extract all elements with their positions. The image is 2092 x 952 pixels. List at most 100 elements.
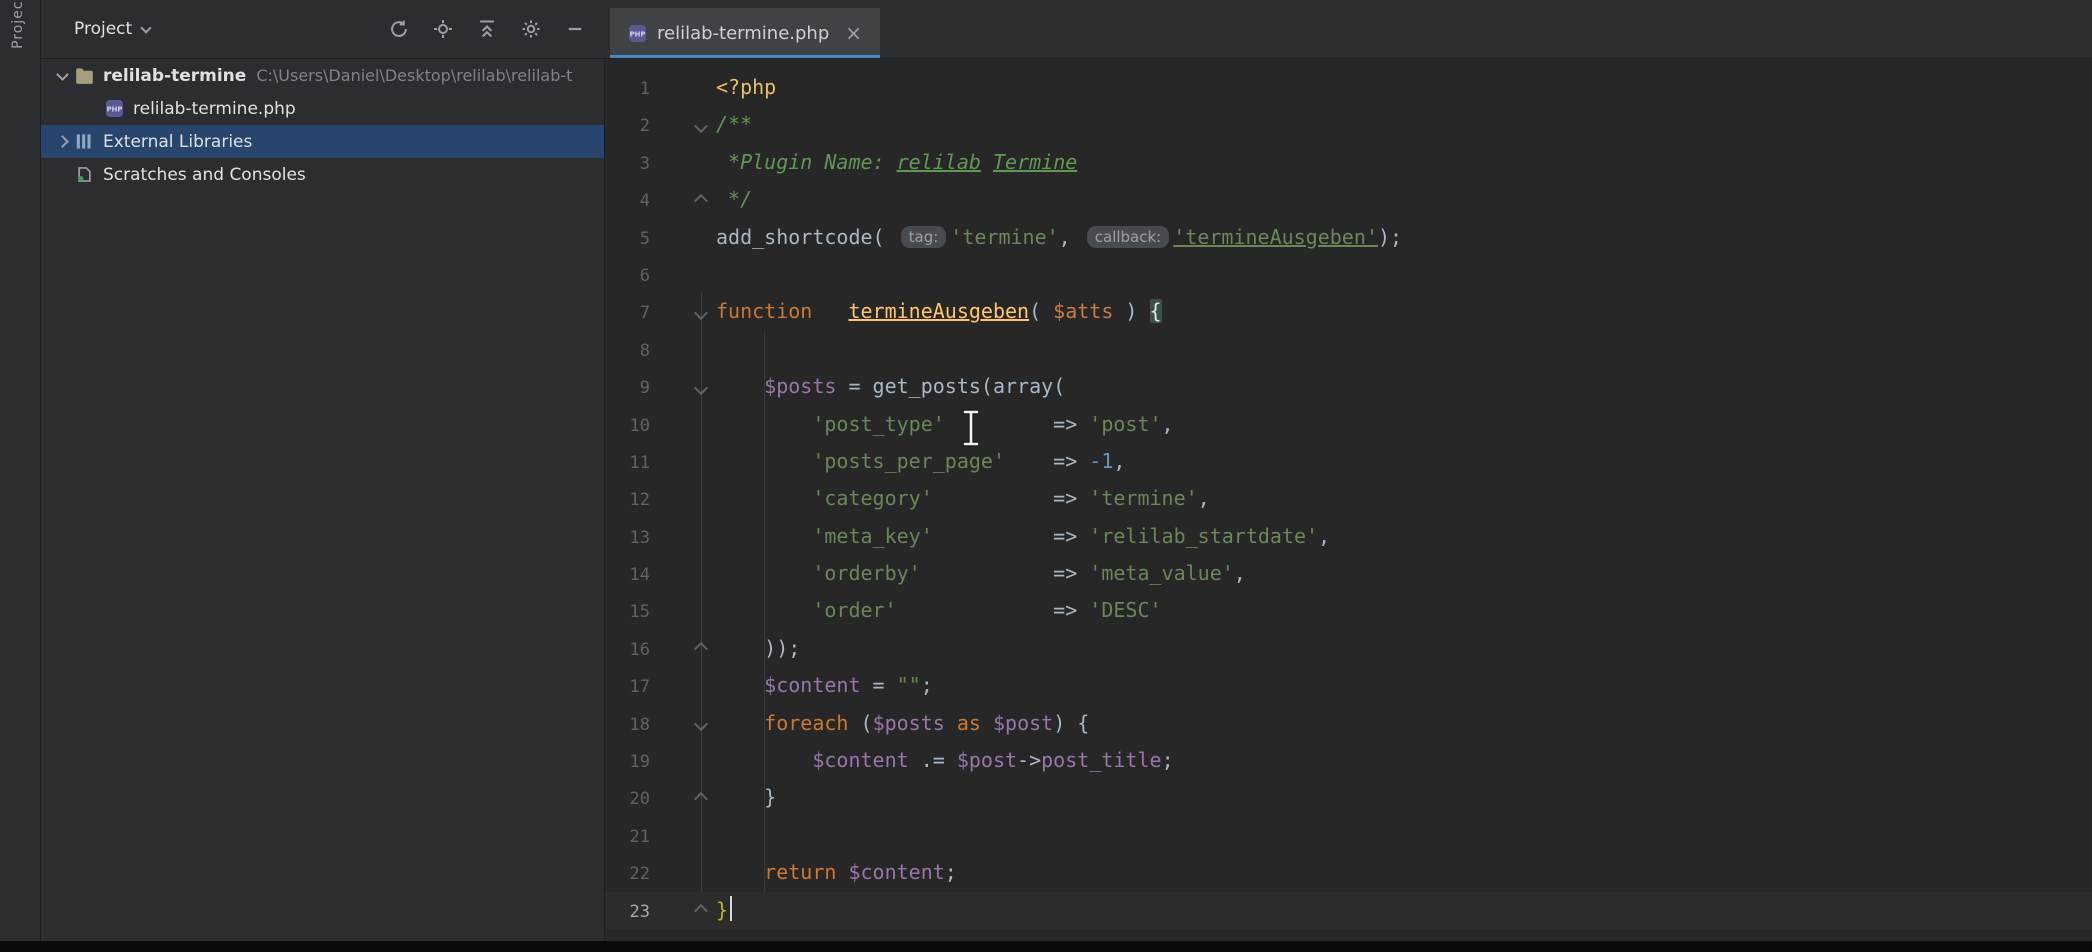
line-number: 8 — [605, 333, 650, 370]
project-panel-title[interactable]: Project — [74, 19, 132, 39]
code-editor: 1 <?php 2 /** 3 *Plugin Name: relilab Termin… — [605, 59, 2092, 952]
tree-item-path: C:\Users\Daniel\Desktop\relilab\relilab-… — [256, 66, 572, 85]
code-text[interactable]: function termineAusgeben( $atts ) { — [716, 299, 1162, 323]
tree-item-label: Scratches and Consoles — [103, 165, 306, 185]
fold-marker-icon[interactable] — [650, 705, 716, 742]
fold-marker-icon[interactable] — [650, 368, 716, 405]
code-line-7[interactable]: 7 function termineAusgeben( $atts ) { — [605, 293, 2092, 330]
fold-marker-icon[interactable] — [650, 892, 716, 929]
code-text[interactable]: $content .= $post->post_title; — [716, 748, 1174, 772]
settings-gear-icon[interactable] — [520, 18, 542, 40]
line-number: 9 — [605, 370, 650, 407]
scratches-icon — [75, 166, 94, 183]
tree-item-relilab-termine-php[interactable]: PHPrelilab-termine.php — [41, 92, 604, 125]
code-line-22[interactable]: 22 return $content; — [605, 854, 2092, 891]
code-text[interactable]: <?php — [716, 75, 776, 99]
code-line-21[interactable]: 21 — [605, 817, 2092, 854]
tree-item-label: External Libraries — [103, 132, 252, 152]
code-text[interactable]: 'meta_key' => 'relilab_startdate', — [716, 524, 1330, 548]
code-text[interactable]: add_shortcode( tag:'termine', callback:'… — [716, 225, 1402, 249]
code-text[interactable]: } — [716, 785, 776, 809]
code-line-8[interactable]: 8 — [605, 331, 2092, 368]
editor-tab-bar: PHP relilab-termine.php × — [604, 0, 2092, 58]
chevron-down-icon[interactable] — [142, 27, 150, 32]
text-caret — [730, 896, 732, 921]
code-text[interactable]: 'category' => 'termine', — [716, 486, 1210, 510]
hide-panel-icon[interactable] — [564, 18, 586, 40]
code-text[interactable]: 'orderby' => 'meta_value', — [716, 561, 1246, 585]
fold-marker-icon[interactable] — [650, 293, 716, 330]
line-number: 14 — [605, 557, 650, 594]
line-number: 10 — [605, 408, 650, 445]
folder-icon — [75, 67, 94, 84]
code-text[interactable]: 'order' => 'DESC' — [716, 598, 1162, 622]
fold-marker-icon[interactable] — [650, 630, 716, 667]
tree-item-scratches-and-consoles[interactable]: Scratches and Consoles — [41, 158, 604, 191]
code-text[interactable]: *Plugin Name: relilab Termine — [716, 150, 1077, 174]
code-line-6[interactable]: 6 — [605, 256, 2092, 293]
code-line-14[interactable]: 14 'orderby' => 'meta_value', — [605, 555, 2092, 592]
code-line-19[interactable]: 19 $content .= $post->post_title; — [605, 742, 2092, 779]
code-line-10[interactable]: 10 'post_type' => 'post', — [605, 406, 2092, 443]
code-line-15[interactable]: 15 'order' => 'DESC' — [605, 592, 2092, 629]
fold-marker-icon[interactable] — [650, 106, 716, 143]
line-number: 5 — [605, 221, 650, 258]
code-text[interactable]: 'posts_per_page' => -1, — [716, 449, 1125, 473]
tool-stripe-project-button[interactable]: Project — [10, 0, 26, 49]
line-number: 23 — [605, 894, 650, 931]
code-line-4[interactable]: 4 */ — [605, 181, 2092, 218]
line-number: 3 — [605, 146, 650, 183]
line-number: 20 — [605, 781, 650, 818]
code-line-16[interactable]: 16 )); — [605, 630, 2092, 667]
code-text[interactable]: )); — [716, 636, 800, 660]
project-panel-toolbar — [388, 18, 604, 40]
line-number: 4 — [605, 183, 650, 220]
svg-text:PHP: PHP — [107, 106, 123, 114]
tree-item-label: relilab-termine — [103, 66, 246, 86]
code-line-17[interactable]: 17 $content = ""; — [605, 667, 2092, 704]
chevron-right-icon[interactable] — [49, 137, 75, 146]
line-number: 22 — [605, 856, 650, 893]
locate-icon[interactable] — [432, 18, 454, 40]
fold-marker-icon[interactable] — [650, 779, 716, 816]
code-line-9[interactable]: 9 $posts = get_posts(array( — [605, 368, 2092, 405]
libraries-icon — [75, 133, 94, 150]
collapse-all-icon[interactable] — [476, 18, 498, 40]
code-line-23[interactable]: 23} — [605, 892, 2092, 929]
code-line-1[interactable]: 1 <?php — [605, 69, 2092, 106]
line-number: 2 — [605, 108, 650, 145]
code-line-13[interactable]: 13 'meta_key' => 'relilab_startdate', — [605, 518, 2092, 555]
code-text[interactable]: /** — [716, 112, 752, 136]
code-line-11[interactable]: 11 'posts_per_page' => -1, — [605, 443, 2092, 480]
code-line-20[interactable]: 20 } — [605, 779, 2092, 816]
sync-icon[interactable] — [388, 18, 410, 40]
code-line-12[interactable]: 12 'category' => 'termine', — [605, 480, 2092, 517]
line-number: 7 — [605, 295, 650, 332]
tree-item-external-libraries[interactable]: External Libraries — [41, 125, 604, 158]
code-text[interactable]: $content = ""; — [716, 673, 933, 697]
code-text[interactable]: foreach ($posts as $post) { — [716, 711, 1089, 735]
code-text[interactable]: */ — [716, 187, 752, 211]
code-line-18[interactable]: 18 foreach ($posts as $post) { — [605, 705, 2092, 742]
tab-close-icon[interactable]: × — [845, 23, 862, 43]
code-text[interactable]: $posts = get_posts(array( — [716, 374, 1065, 398]
line-number: 6 — [605, 258, 650, 295]
code-text[interactable]: 'post_type' => 'post', — [716, 412, 1174, 436]
code-line-5[interactable]: 5 add_shortcode( tag:'termine', callback:… — [605, 219, 2092, 256]
line-number: 21 — [605, 819, 650, 856]
ide-window: Project Project PHP relilab-termine.php … — [0, 0, 2092, 952]
line-number: 19 — [605, 744, 650, 781]
project-panel-header: Project — [41, 0, 604, 58]
line-number: 1 — [605, 71, 650, 108]
code-area[interactable]: 1 <?php 2 /** 3 *Plugin Name: relilab Termin… — [605, 59, 2092, 952]
chevron-down-icon[interactable] — [49, 73, 75, 79]
code-line-2[interactable]: 2 /** — [605, 106, 2092, 143]
screen-bottom-edge — [0, 941, 2092, 952]
code-text[interactable]: } — [716, 898, 732, 922]
code-text[interactable]: return $content; — [716, 860, 957, 884]
project-tree: relilab-termine C:\Users\Daniel\Desktop\r… — [41, 59, 605, 952]
code-line-3[interactable]: 3 *Plugin Name: relilab Termine — [605, 144, 2092, 181]
tree-item-relilab-termine[interactable]: relilab-termine C:\Users\Daniel\Desktop\r… — [41, 59, 604, 92]
editor-tab-relilab-termine-php[interactable]: PHP relilab-termine.php × — [610, 8, 880, 58]
fold-marker-icon[interactable] — [650, 181, 716, 218]
